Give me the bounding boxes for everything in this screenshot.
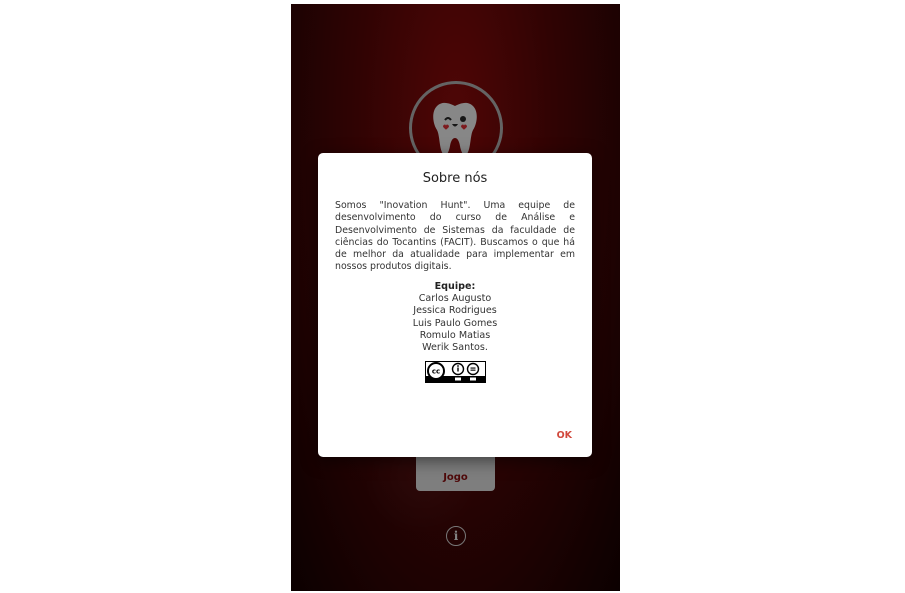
team-member: Jessica Rodrigues — [413, 305, 497, 317]
about-dialog: Sobre nós Somos "Inovation Hunt". Uma eq… — [318, 153, 592, 457]
svg-text:cc: cc — [431, 367, 439, 375]
team-list: Carlos Augusto Jessica Rodrigues Luis Pa… — [335, 293, 575, 354]
dialog-title: Sobre nós — [422, 171, 488, 186]
team-member: Luis Paulo Gomes — [412, 317, 498, 329]
dialog-body-text: Somos "Inovation Hunt". Uma equipe de de… — [335, 200, 575, 273]
team-member: Carlos Augusto — [418, 293, 492, 305]
team-member: Werik Santos. — [422, 342, 488, 354]
cc-by-nd-badge[interactable]: cc — [424, 360, 486, 383]
team-member: Romulo Matias — [419, 329, 491, 341]
ok-button[interactable]: OK — [557, 430, 572, 441]
team-heading: Equipe: — [434, 280, 476, 292]
